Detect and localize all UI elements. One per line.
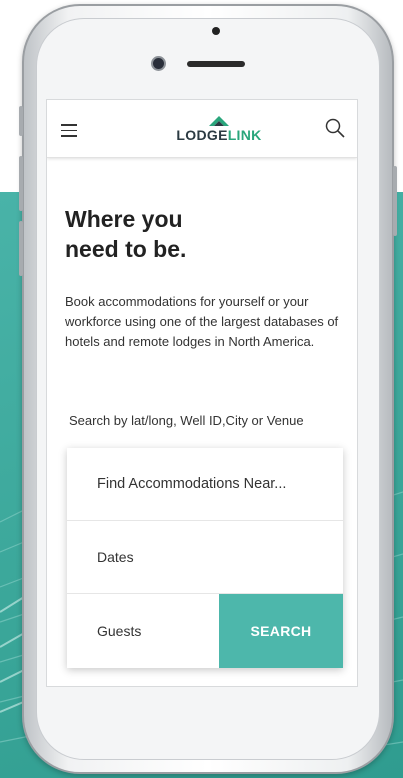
earpiece-speaker bbox=[187, 61, 245, 67]
hero-description: Book accommodations for yourself or your… bbox=[65, 294, 339, 349]
front-camera bbox=[151, 56, 166, 71]
dates-label: Dates bbox=[97, 549, 134, 565]
search-button[interactable]: SEARCH bbox=[219, 594, 343, 668]
volume-down-button bbox=[19, 221, 23, 276]
mute-switch bbox=[19, 106, 23, 136]
volume-up-button bbox=[19, 156, 23, 211]
search-hint: Search by lat/long, Well ID,City or Venu… bbox=[69, 413, 304, 428]
hamburger-menu-icon[interactable] bbox=[61, 124, 77, 137]
phone-screen: LODGELINK Where you need to be. Book acc… bbox=[46, 99, 358, 687]
power-button bbox=[393, 166, 397, 236]
hero-title-line1: Where you bbox=[65, 206, 183, 232]
proximity-sensor bbox=[212, 27, 220, 35]
hero-title-line2: need to be. bbox=[65, 236, 187, 262]
location-placeholder: Find Accommodations Near... bbox=[97, 476, 287, 492]
hero-title: Where you need to be. bbox=[65, 204, 345, 264]
search-form: Find Accommodations Near... Dates Guests… bbox=[67, 448, 343, 668]
logo-text-link: LINK bbox=[227, 127, 262, 143]
lodgelink-logo[interactable]: LODGELINK bbox=[169, 116, 269, 142]
logo-text-lodge: LODGE bbox=[176, 127, 228, 143]
guests-label: Guests bbox=[97, 622, 142, 639]
location-input[interactable]: Find Accommodations Near... bbox=[67, 448, 343, 521]
guests-field[interactable]: Guests bbox=[67, 594, 219, 667]
logo-wordmark: LODGELINK bbox=[169, 128, 269, 142]
dates-field[interactable]: Dates bbox=[67, 521, 343, 594]
search-icon[interactable] bbox=[325, 118, 345, 138]
app-header: LODGELINK bbox=[47, 100, 357, 158]
